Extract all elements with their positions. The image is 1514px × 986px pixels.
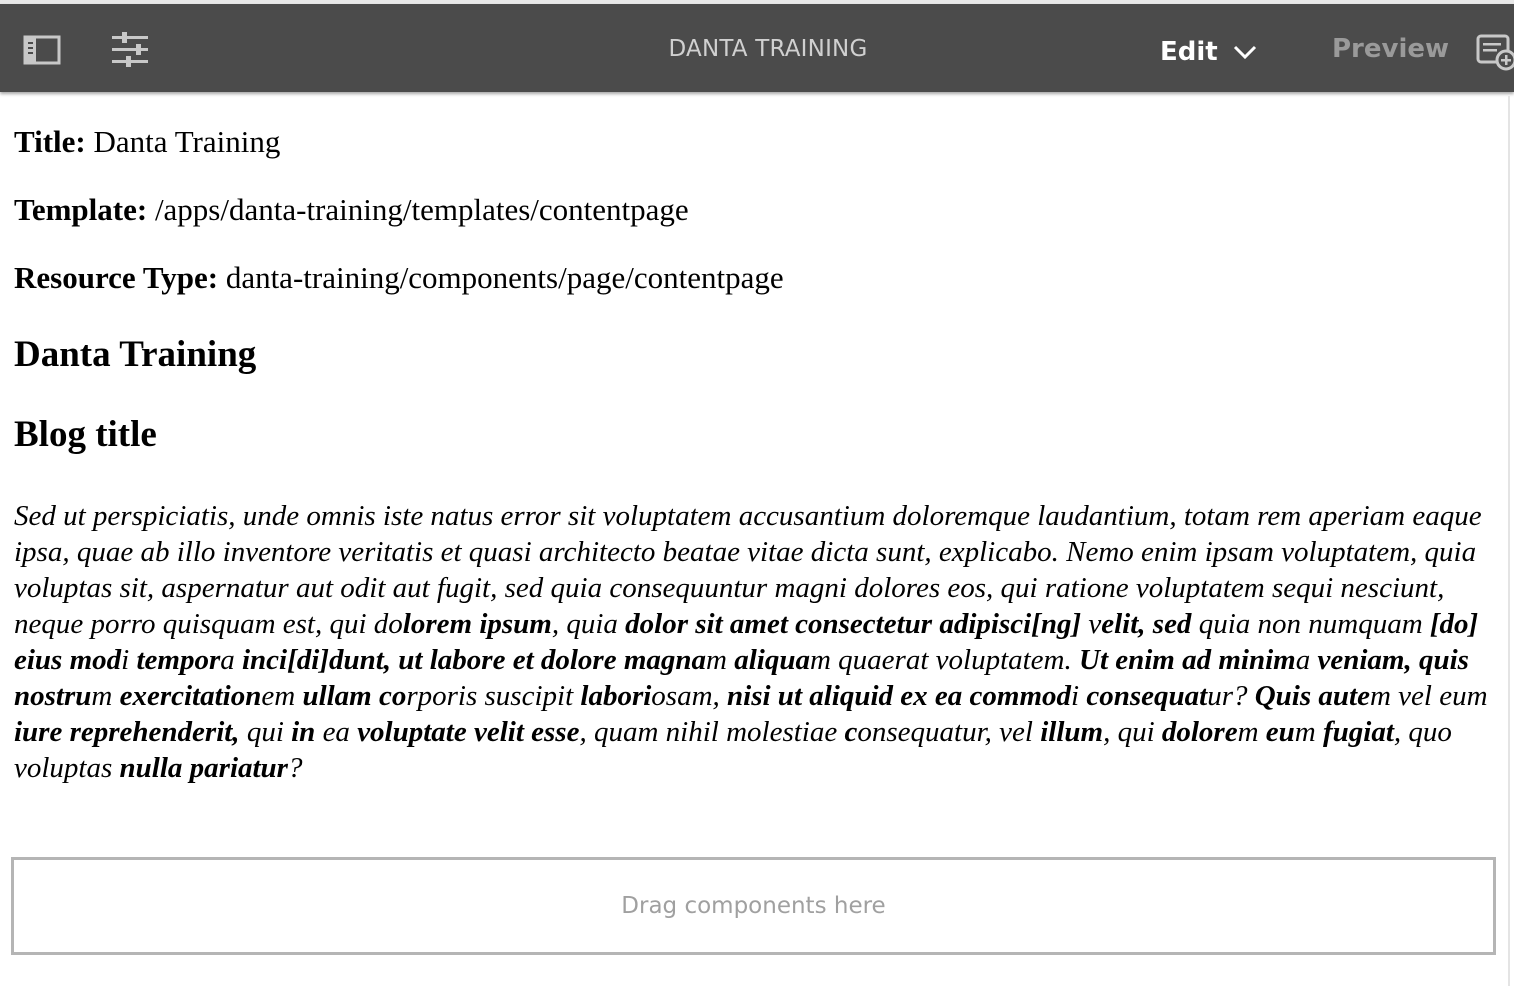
page-heading[interactable]: Danta Training (14, 333, 256, 376)
bold-text-run: iure reprehenderit, (14, 716, 240, 748)
bold-text-run: elit, sed (1101, 608, 1192, 640)
text-run: em (261, 680, 303, 712)
text-run: a (1295, 644, 1318, 676)
text-run: ? (287, 752, 303, 784)
text-run: i (121, 644, 137, 676)
blog-title[interactable]: Blog title (14, 413, 157, 456)
text-run: quia non numquam (1191, 608, 1430, 640)
text-run: m (1294, 716, 1323, 748)
text-run: osam, (651, 680, 728, 712)
component-dropzone[interactable]: Drag components here (11, 857, 1496, 955)
editor-toolbar: DANTA TRAINING Edit Preview (0, 4, 1514, 92)
text-run: qui (239, 716, 292, 748)
text-run: v (1081, 608, 1102, 640)
bold-text-run: tempor (136, 644, 221, 676)
bold-text-run: aliqua (734, 644, 810, 676)
mode-label: Edit (1160, 37, 1218, 67)
bold-text-run: Ut enim ad minim (1079, 644, 1296, 676)
bold-text-run: nulla pariatur (119, 752, 288, 784)
annotations-icon[interactable] (1476, 32, 1514, 76)
resource-type-label: Resource Type: (14, 260, 219, 295)
text-run: m quaerat voluptatem. (809, 644, 1079, 676)
mode-selector-button[interactable]: Edit (1160, 32, 1258, 72)
bold-text-run: labori (580, 680, 652, 712)
title-value: Danta Training (93, 124, 281, 159)
text-run: i (1071, 680, 1087, 712)
side-panel-icon[interactable] (22, 30, 62, 70)
chevron-down-icon (1233, 45, 1256, 60)
text-run: rporis suscipit (406, 680, 581, 712)
bold-text-run: nisi ut aliquid ex ea commod (727, 680, 1072, 712)
bold-text-run: ullam co (302, 680, 407, 712)
page-content: Title: Danta Training Template: /apps/da… (0, 96, 1508, 986)
template-property: Template: /apps/danta-training/templates… (14, 192, 689, 228)
dropzone-placeholder: Drag components here (621, 893, 886, 919)
bold-text-run: illum (1040, 716, 1104, 748)
page-title: DANTA TRAINING (668, 36, 868, 62)
bold-text-run: inci[di]dunt, ut labore et dolore magna (242, 644, 707, 676)
text-run: ur? (1207, 680, 1255, 712)
bold-text-run: consequat (1086, 680, 1208, 712)
template-value: /apps/danta-training/templates/contentpa… (154, 192, 689, 227)
text-run: ea (315, 716, 358, 748)
bold-text-run: eu (1265, 716, 1295, 748)
template-label: Template: (14, 192, 148, 227)
bold-text-run: Quis aute (1254, 680, 1370, 712)
text-run: , qui (1103, 716, 1162, 748)
bold-text-run: exercitation (119, 680, 262, 712)
text-run: m vel eum (1369, 680, 1488, 712)
resource-type-value: danta-training/components/page/contentpa… (225, 260, 784, 295)
bold-text-run: voluptate velit esse (357, 716, 580, 748)
bold-text-run: c (844, 716, 858, 748)
title-label: Title: (14, 124, 86, 159)
blog-body-text[interactable]: Sed ut perspiciatis, unde omnis iste nat… (14, 498, 1492, 786)
bold-text-run: lorem ipsum (402, 608, 552, 640)
preview-button[interactable]: Preview (1332, 34, 1449, 64)
text-run: onsequatur, vel (857, 716, 1041, 748)
bold-text-run: in (291, 716, 316, 748)
scrollbar-track[interactable] (1508, 96, 1510, 986)
bold-text-run: fugiat (1323, 716, 1394, 748)
page-properties-icon[interactable] (110, 30, 150, 70)
bold-text-run: dolore (1161, 716, 1238, 748)
text-run: m (1237, 716, 1266, 748)
text-run: m (91, 680, 120, 712)
title-property: Title: Danta Training (14, 124, 280, 160)
text-run: , quia (551, 608, 626, 640)
resource-type-property: Resource Type: danta-training/components… (14, 260, 784, 296)
text-run: , quam nihil molestiae (579, 716, 845, 748)
text-run: a (220, 644, 242, 676)
text-run: m (706, 644, 735, 676)
bold-text-run: dolor sit amet consectetur adipisci[ng] (625, 608, 1082, 640)
